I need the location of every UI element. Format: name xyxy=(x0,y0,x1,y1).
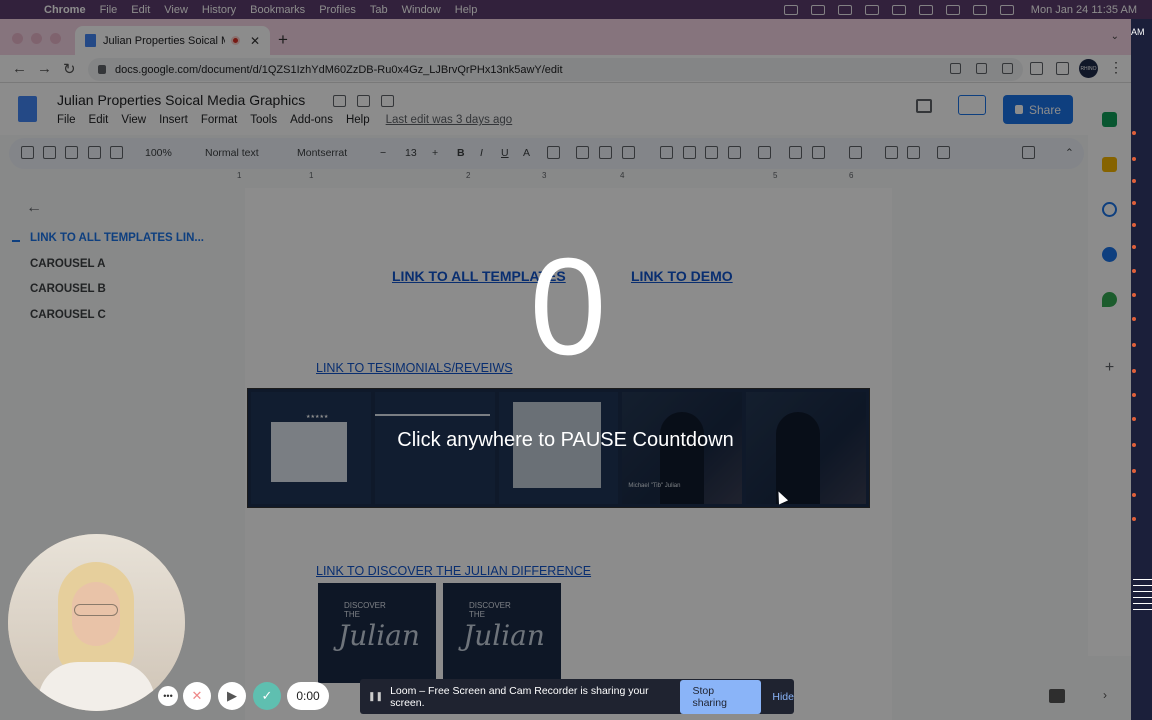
dot xyxy=(1132,493,1136,497)
dot xyxy=(1132,443,1136,447)
countdown-number: 0 xyxy=(529,230,607,384)
divider xyxy=(1133,597,1152,598)
divider xyxy=(1133,591,1152,592)
pause-message[interactable]: Click anywhere to PAUSE Countdown xyxy=(0,429,1131,452)
dot xyxy=(1132,469,1136,473)
finish-recording-button[interactable]: ✓ xyxy=(253,682,281,710)
webcam-person-body xyxy=(38,662,155,711)
dot xyxy=(1132,157,1136,161)
dot xyxy=(1132,393,1136,397)
dot xyxy=(1132,201,1136,205)
webcam-bubble[interactable] xyxy=(8,534,185,711)
dot xyxy=(1132,269,1136,273)
dot xyxy=(1132,517,1136,521)
dot xyxy=(1132,131,1136,135)
dot xyxy=(1132,245,1136,249)
dot xyxy=(1132,417,1136,421)
sharing-message: Loom – Free Screen and Cam Recorder is s… xyxy=(390,684,649,709)
divider xyxy=(1133,579,1152,580)
dot xyxy=(1132,179,1136,183)
cancel-recording-button[interactable]: ✕ xyxy=(183,682,211,710)
screen-sharing-bar: ❚❚ Loom – Free Screen and Cam Recorder i… xyxy=(360,679,794,714)
recording-timer: 0:00 xyxy=(287,682,329,710)
dot xyxy=(1132,343,1136,347)
divider xyxy=(1133,603,1152,604)
pause-recording-button[interactable]: ▶ xyxy=(218,682,246,710)
more-options-button[interactable]: ••• xyxy=(158,686,178,706)
divider xyxy=(1133,609,1152,610)
webcam-person-glasses xyxy=(74,604,118,616)
dot xyxy=(1132,223,1136,227)
screen: Chrome File Edit View History Bookmarks … xyxy=(0,0,1152,720)
divider xyxy=(1133,585,1152,586)
dot xyxy=(1132,293,1136,297)
dot xyxy=(1132,317,1136,321)
hide-sharing-bar-button[interactable]: Hide xyxy=(772,691,794,703)
background-window-edge: AM xyxy=(1131,19,1152,720)
stop-sharing-button[interactable]: Stop sharing xyxy=(679,679,762,714)
pause-icon: ❚❚ xyxy=(368,691,384,701)
background-time-text: AM xyxy=(1131,27,1145,37)
dot xyxy=(1132,369,1136,373)
